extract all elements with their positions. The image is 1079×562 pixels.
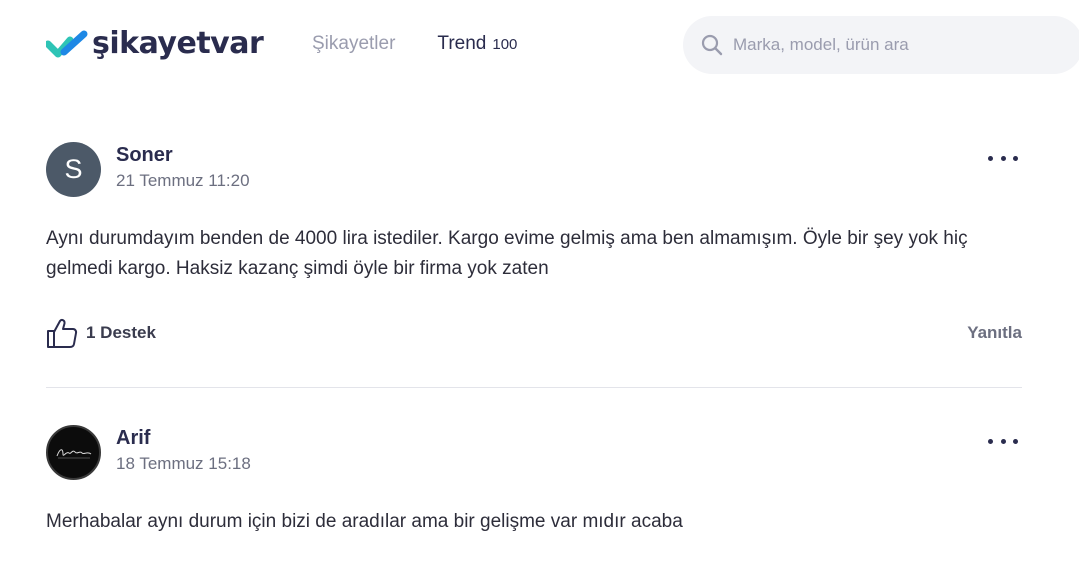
thumbs-up-icon xyxy=(47,318,78,348)
comment-text: Aynı durumdayım benden de 4000 lira iste… xyxy=(46,228,968,279)
comment-author[interactable]: Arif xyxy=(116,427,150,450)
search-input[interactable] xyxy=(733,35,1063,55)
comment-date: 18 Temmuz 15:18 xyxy=(116,454,251,473)
comment-item: S Soner 21 Temmuz 11:20 Aynı durumdayım … xyxy=(46,142,1022,364)
comment-divider xyxy=(46,387,1022,388)
comment-author[interactable]: Soner xyxy=(116,144,173,167)
site-header: şikayetvar Şikayetler Trend 100 xyxy=(0,0,1079,90)
search-box[interactable] xyxy=(683,16,1079,74)
support-count: 1 Destek xyxy=(86,323,156,342)
comment-date: 21 Temmuz 11:20 xyxy=(116,171,250,190)
comment-actions: 1 Destek Yanıtla xyxy=(46,317,1022,349)
logo-text: şikayetvar xyxy=(92,26,264,61)
support-button[interactable]: 1 Destek xyxy=(46,317,156,349)
logo-check-icon xyxy=(46,30,88,58)
main-nav: Şikayetler Trend 100 xyxy=(312,33,517,55)
nav-complaints[interactable]: Şikayetler xyxy=(312,33,395,55)
site-logo[interactable]: şikayetvar xyxy=(46,22,264,66)
search-icon xyxy=(701,34,723,56)
avatar[interactable]: S xyxy=(46,142,101,197)
comment-text: Merhabalar aynı durum için bizi de aradı… xyxy=(46,511,683,532)
avatar[interactable] xyxy=(46,425,101,480)
trend-count: 100 xyxy=(492,36,518,53)
nav-trend-label[interactable]: Trend xyxy=(437,33,486,55)
more-options-icon[interactable] xyxy=(988,151,1018,165)
comment-item: Arif 18 Temmuz 15:18 Merhabalar aynı dur… xyxy=(46,425,1022,562)
signature-avatar-image xyxy=(56,448,91,458)
reply-button[interactable]: Yanıtla xyxy=(967,323,1022,343)
nav-trend[interactable]: Trend 100 xyxy=(437,33,517,55)
more-options-icon[interactable] xyxy=(988,434,1018,448)
